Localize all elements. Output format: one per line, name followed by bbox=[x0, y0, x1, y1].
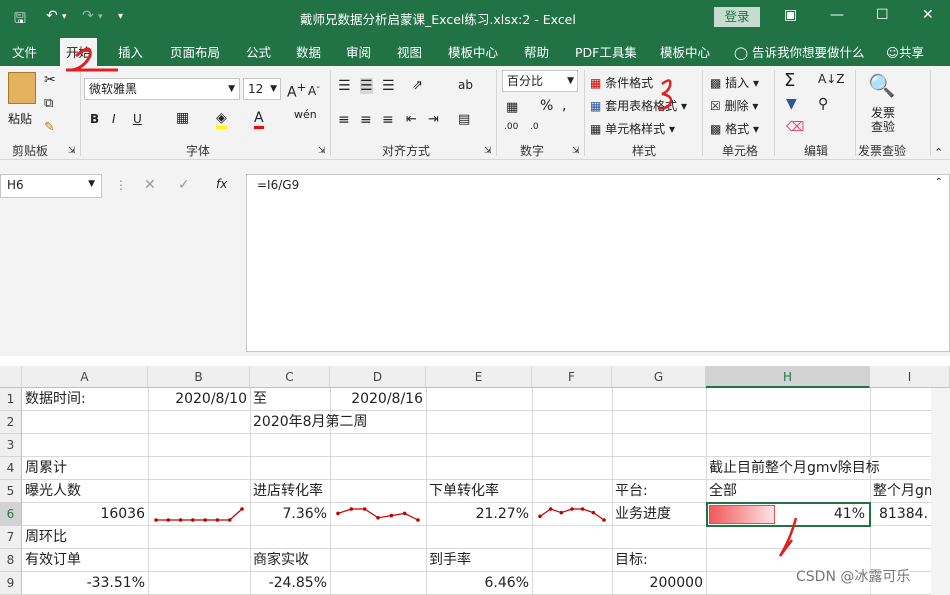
annotation-mark-3 bbox=[657, 79, 673, 110]
annotation-overlay bbox=[66, 47, 798, 557]
annotation-mark-2 bbox=[71, 47, 98, 72]
annotation-arrow bbox=[778, 517, 798, 557]
